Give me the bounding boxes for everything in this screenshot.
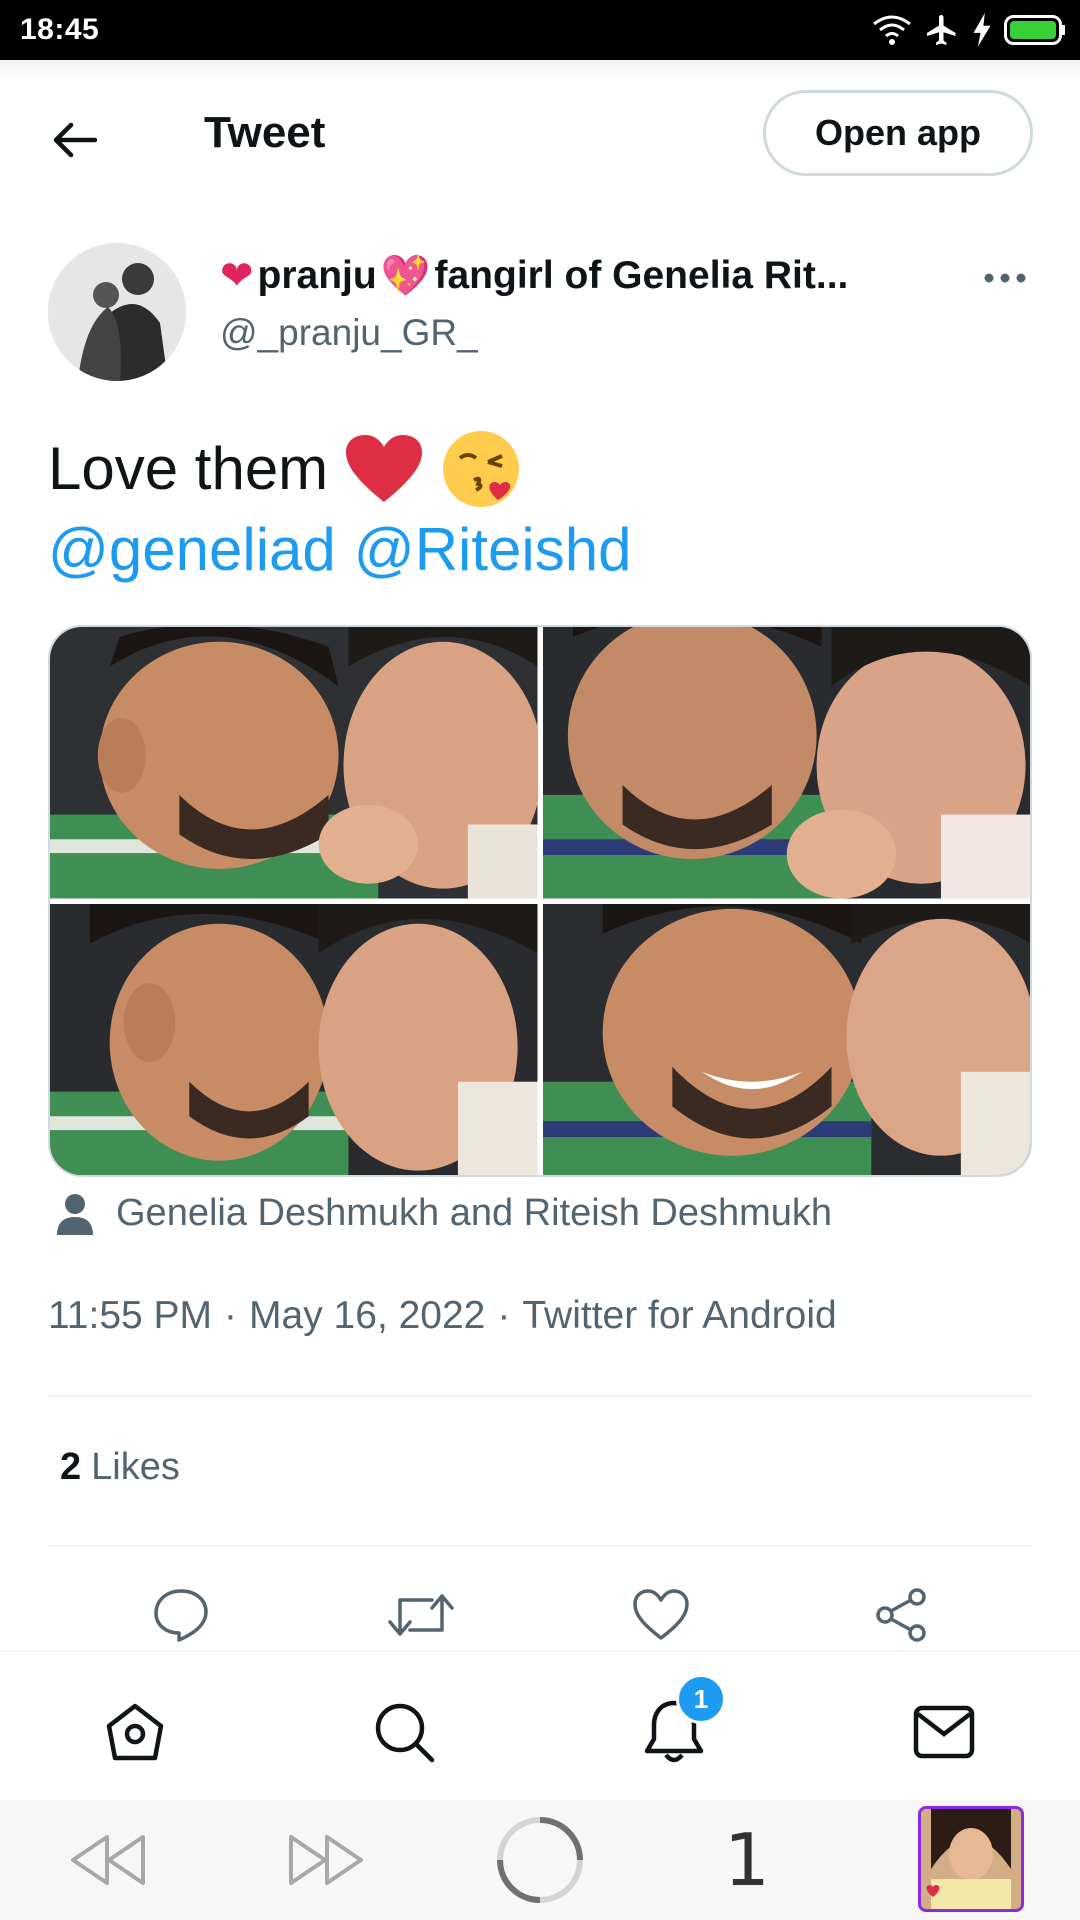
- notification-badge: 1: [676, 1674, 726, 1724]
- likes-label: Likes: [91, 1446, 180, 1488]
- charging-icon: [973, 13, 991, 47]
- reply-icon: [154, 1589, 208, 1642]
- heart-icon: ❤: [220, 253, 254, 298]
- media-photo[interactable]: [542, 627, 1030, 899]
- like-icon: [633, 1589, 689, 1640]
- mention-link[interactable]: @Riteishd: [354, 510, 632, 590]
- like-button[interactable]: [628, 1582, 694, 1648]
- forward-nav-button[interactable]: [284, 1828, 368, 1892]
- tab-notifications[interactable]: 1: [634, 1674, 726, 1772]
- avatar[interactable]: [48, 243, 186, 381]
- home-icon: [106, 1703, 164, 1761]
- page-title: Tweet: [204, 108, 326, 157]
- retweet-icon: [388, 1594, 454, 1636]
- wifi-icon: [873, 15, 911, 45]
- rewind-icon: [71, 1835, 145, 1885]
- top-app-bar: Tweet Open app: [0, 60, 1080, 210]
- back-nav-button[interactable]: [66, 1828, 150, 1892]
- media-photo[interactable]: [50, 627, 538, 899]
- open-app-button[interactable]: Open app: [763, 90, 1033, 176]
- reload-button[interactable]: [494, 1814, 586, 1906]
- person-icon: [57, 1193, 93, 1235]
- author-username[interactable]: @_pranju_GR_: [220, 312, 478, 354]
- status-icons: [872, 10, 1066, 50]
- tweet-actions: [0, 1582, 1080, 1652]
- more-options-button[interactable]: [980, 258, 1030, 298]
- reply-button[interactable]: [148, 1582, 214, 1648]
- sparkling-heart-icon: 💖: [380, 254, 431, 298]
- status-bar: 18:45: [0, 0, 1080, 60]
- tab-search[interactable]: [364, 1692, 444, 1772]
- mail-icon: [913, 1705, 975, 1759]
- browser-nav-bar: 1: [0, 1800, 1080, 1920]
- tab-messages[interactable]: [904, 1692, 984, 1772]
- tweet-time: 11:55 PM: [48, 1294, 213, 1337]
- tab-home[interactable]: [95, 1692, 175, 1772]
- more-icon: [984, 273, 1026, 283]
- back-arrow-icon: [53, 122, 97, 158]
- display-name-part2: fangirl of Genelia Rit...: [434, 253, 849, 297]
- kissing-face-emoji-icon: [443, 431, 520, 507]
- back-button[interactable]: [44, 110, 104, 170]
- media-grid: [48, 625, 1032, 1177]
- likes-count[interactable]: 2 Likes: [60, 1446, 180, 1489]
- airplane-icon: [927, 15, 956, 45]
- media-photo[interactable]: [50, 903, 538, 1175]
- retweet-button[interactable]: [388, 1582, 454, 1648]
- tweet-text: Love them @geneliad @Riteishd: [48, 428, 631, 590]
- forward-icon: [289, 1835, 363, 1885]
- search-icon: [375, 1703, 435, 1763]
- tweet-source[interactable]: Twitter for Android: [522, 1294, 836, 1338]
- bottom-tab-bar: 1: [0, 1650, 1080, 1802]
- tweet-meta: 11:55 PM · May 16, 2022 · Twitter for An…: [48, 1294, 837, 1338]
- tagged-people[interactable]: Genelia Deshmukh and Riteish Deshmukh: [56, 1192, 832, 1235]
- share-button[interactable]: [868, 1582, 934, 1648]
- tweet-date: May 16, 2022: [249, 1294, 486, 1337]
- divider: [48, 1395, 1032, 1397]
- author-display-name[interactable]: ❤ pranju 💖 fangirl of Genelia Rit...: [220, 252, 848, 299]
- status-time: 18:45: [20, 13, 100, 46]
- mention-link[interactable]: @geneliad: [48, 510, 336, 590]
- profile-thumbnail[interactable]: [918, 1806, 1024, 1912]
- tagged-people-text: Genelia Deshmukh and Riteish Deshmukh: [116, 1192, 833, 1234]
- divider: [48, 1545, 1032, 1547]
- likes-number: 2: [60, 1446, 82, 1488]
- reload-icon: [497, 1817, 583, 1903]
- display-name-part1: pranju: [257, 253, 377, 297]
- tab-count[interactable]: 1: [724, 1818, 770, 1902]
- battery-icon: [1004, 15, 1065, 45]
- tweet-body: Love them: [48, 435, 329, 502]
- share-icon: [876, 1588, 926, 1642]
- media-photo[interactable]: [542, 903, 1030, 1175]
- red-heart-emoji-icon: [346, 435, 423, 502]
